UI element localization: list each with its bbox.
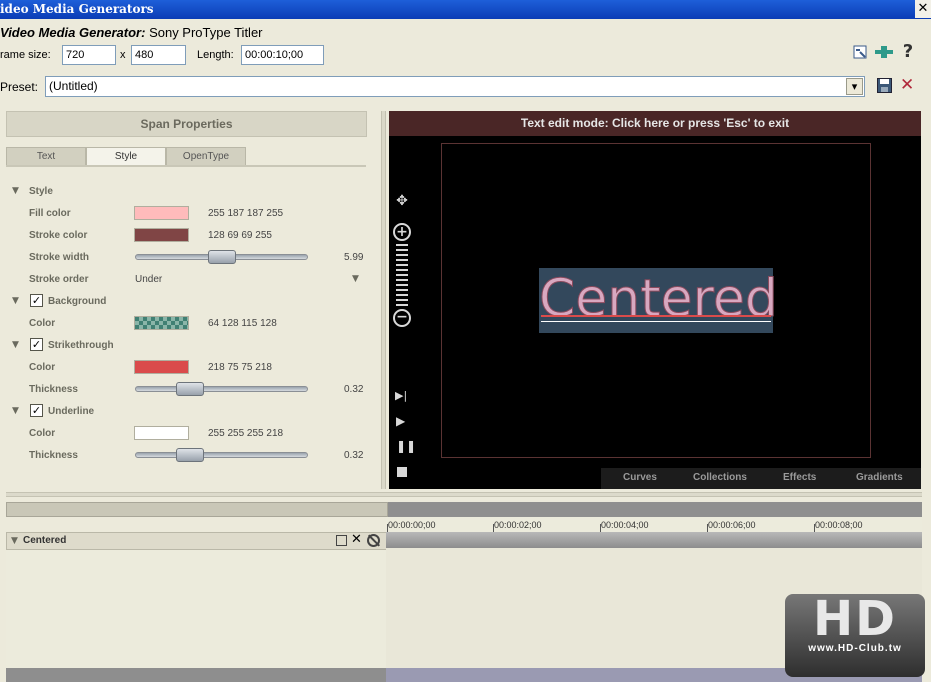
stroke-color-label: Stroke color bbox=[29, 230, 88, 241]
strikethrough-color-label: Color bbox=[29, 362, 56, 373]
watermark-main-text: HD bbox=[812, 594, 897, 647]
frame-x-label: x bbox=[120, 49, 126, 61]
frame-height-input[interactable]: 480 bbox=[131, 45, 186, 65]
length-label: Length: bbox=[197, 49, 234, 61]
fill-color-value: 255 187 187 255 bbox=[208, 208, 284, 219]
tab-divider bbox=[6, 165, 366, 167]
preset-label: Preset: bbox=[0, 80, 39, 94]
window-title-bar: ideo Media Generators ✕ bbox=[0, 0, 931, 19]
window-title: ideo Media Generators bbox=[0, 2, 154, 16]
strikethrough-thickness-slider-thumb[interactable] bbox=[176, 382, 205, 396]
fill-color-swatch[interactable] bbox=[134, 206, 189, 220]
watermark-sub-text: www.HD-Club.tw bbox=[808, 643, 902, 654]
track-minimize-icon[interactable] bbox=[336, 535, 347, 546]
strikethrough-checkbox[interactable]: ✓ bbox=[30, 338, 43, 351]
strikethrough-thickness-label: Thickness bbox=[29, 384, 78, 395]
generator-name: Sony ProType Titler bbox=[149, 25, 263, 40]
tab-opentype[interactable]: OpenType bbox=[166, 147, 246, 167]
pause-icon[interactable]: ❚❚ bbox=[396, 439, 416, 453]
zoom-slider[interactable] bbox=[396, 244, 408, 306]
stroke-order-value[interactable]: Under bbox=[135, 274, 162, 285]
panel-splitter[interactable] bbox=[381, 111, 386, 489]
style-section-label: Style bbox=[29, 186, 53, 197]
tick-label: 00:00:08;00 bbox=[815, 520, 863, 530]
stroke-color-swatch[interactable] bbox=[134, 228, 189, 242]
underline-thickness-slider-thumb[interactable] bbox=[176, 448, 205, 462]
tick-label: 00:00:02;00 bbox=[494, 520, 542, 530]
fill-color-label: Fill color bbox=[29, 208, 71, 219]
underline-collapse-icon[interactable]: ▼ bbox=[12, 406, 19, 416]
strikethrough-collapse-icon[interactable]: ▼ bbox=[12, 340, 19, 350]
tab-collections[interactable]: Collections bbox=[693, 472, 747, 483]
underline-color-swatch[interactable] bbox=[134, 426, 189, 440]
track-collapse-icon[interactable]: ▼ bbox=[11, 536, 18, 546]
stroke-order-label: Stroke order bbox=[29, 274, 89, 285]
length-input[interactable]: 00:00:10;00 bbox=[241, 45, 324, 65]
move-icon[interactable]: ✥ bbox=[392, 193, 412, 209]
save-preset-icon[interactable] bbox=[877, 78, 892, 96]
underline-checkbox[interactable]: ✓ bbox=[30, 404, 43, 417]
tab-curves[interactable]: Curves bbox=[623, 472, 657, 483]
underline-line bbox=[541, 321, 771, 322]
tab-text[interactable]: Text bbox=[6, 147, 86, 167]
stroke-order-dropdown-icon[interactable]: ▼ bbox=[352, 274, 359, 284]
stroke-width-value: 5.99 bbox=[344, 252, 364, 263]
preview-text[interactable]: Centered bbox=[539, 268, 779, 333]
background-color-value: 64 128 115 128 bbox=[208, 318, 277, 329]
strikethrough-label: Strikethrough bbox=[48, 340, 114, 351]
underline-color-value: 255 255 255 218 bbox=[208, 428, 284, 439]
track-close-icon[interactable]: ✕ bbox=[351, 532, 362, 547]
tab-effects[interactable]: Effects bbox=[783, 472, 816, 483]
frame-width-input[interactable]: 720 bbox=[62, 45, 116, 65]
plugin-chain-icon[interactable] bbox=[875, 45, 893, 63]
tab-gradients[interactable]: Gradients bbox=[856, 472, 903, 483]
zoom-out-icon[interactable]: − bbox=[393, 309, 411, 327]
preset-dropdown-button[interactable]: ▾ bbox=[846, 78, 863, 95]
stroke-color-value: 128 69 69 255 bbox=[208, 230, 272, 241]
tick-label: 00:00:04;00 bbox=[601, 520, 649, 530]
text-edit-mode-bar[interactable]: Text edit mode: Click here or press 'Esc… bbox=[389, 111, 921, 136]
track-keyframe-lane[interactable] bbox=[386, 532, 922, 548]
background-color-swatch[interactable] bbox=[134, 316, 189, 330]
frame-size-label: rame size: bbox=[0, 49, 51, 61]
close-window-button[interactable]: ✕ bbox=[915, 0, 931, 18]
underline-thickness-label: Thickness bbox=[29, 450, 78, 461]
stroke-width-label: Stroke width bbox=[29, 252, 90, 263]
strikethrough-color-value: 218 75 75 218 bbox=[208, 362, 272, 373]
underline-color-label: Color bbox=[29, 428, 56, 439]
underline-thickness-slider[interactable] bbox=[135, 452, 308, 458]
strikethrough-line bbox=[541, 315, 771, 317]
help-icon[interactable]: ? bbox=[899, 43, 917, 61]
tick-label: 00:00:00;00 bbox=[388, 520, 436, 530]
step-forward-icon[interactable]: ▶| bbox=[395, 389, 407, 402]
track-list-area bbox=[6, 550, 387, 668]
background-label: Background bbox=[48, 296, 107, 307]
delete-preset-icon[interactable]: ✕ bbox=[900, 75, 914, 95]
properties-icon[interactable] bbox=[851, 45, 869, 63]
tick-label: 00:00:06;00 bbox=[708, 520, 756, 530]
play-icon[interactable]: ▶ bbox=[396, 414, 405, 428]
background-checkbox[interactable]: ✓ bbox=[30, 294, 43, 307]
underline-thickness-value: 0.32 bbox=[344, 450, 364, 461]
tab-style[interactable]: Style bbox=[86, 147, 166, 167]
underline-label: Underline bbox=[48, 406, 95, 417]
background-color-label: Color bbox=[29, 318, 56, 329]
background-collapse-icon[interactable]: ▼ bbox=[12, 296, 19, 306]
strikethrough-color-swatch[interactable] bbox=[134, 360, 189, 374]
timeline-splitter[interactable] bbox=[6, 492, 922, 497]
preset-select[interactable]: (Untitled) bbox=[45, 76, 865, 97]
style-collapse-icon[interactable]: ▼ bbox=[12, 186, 19, 196]
strikethrough-thickness-value: 0.32 bbox=[344, 384, 364, 395]
zoom-in-icon[interactable]: + bbox=[393, 223, 411, 241]
timeline-scroll-thumb[interactable] bbox=[6, 502, 388, 517]
generator-prefix: Video Media Generator: bbox=[0, 25, 146, 40]
track-name: Centered bbox=[23, 535, 67, 546]
hd-club-watermark-logo: HD www.HD-Club.tw bbox=[785, 594, 925, 677]
stroke-width-slider-thumb[interactable] bbox=[207, 250, 236, 264]
span-properties-header: Span Properties bbox=[6, 111, 367, 137]
stop-icon[interactable] bbox=[397, 467, 407, 477]
strikethrough-thickness-slider[interactable] bbox=[135, 386, 308, 392]
generator-label: Video Media Generator: Sony ProType Titl… bbox=[0, 25, 263, 40]
